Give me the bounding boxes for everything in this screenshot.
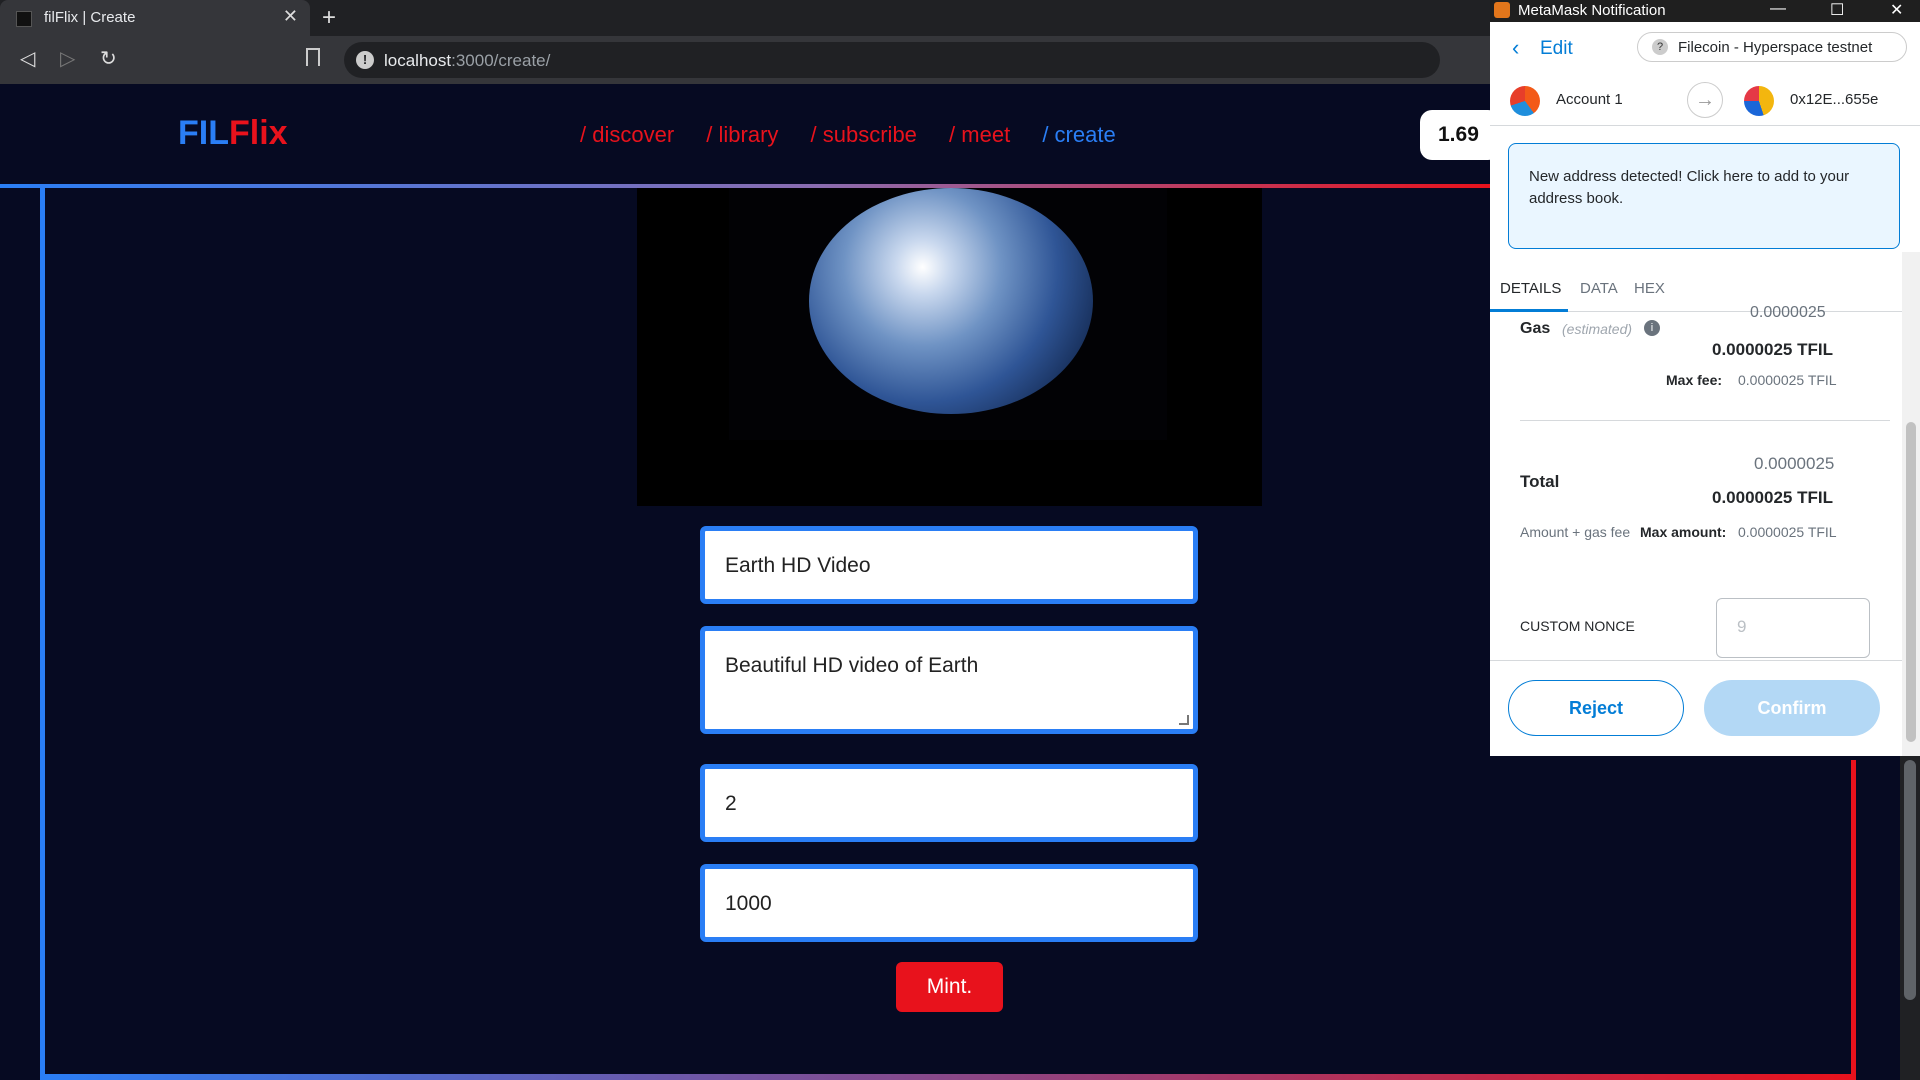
gas-cutoff-value: 0.0000025 <box>1750 304 1826 321</box>
earth-image <box>809 188 1093 414</box>
frame-border-bottom <box>40 1074 1856 1080</box>
tab-title: filFlix | Create <box>44 9 136 26</box>
popup-scrollbar-thumb[interactable] <box>1906 422 1916 742</box>
detail-tabs: DETAILS DATA HEX <box>1490 266 1920 312</box>
footer-divider <box>1490 660 1920 661</box>
edit-button[interactable]: Edit <box>1540 38 1573 60</box>
browser-toolbar: ◁ ▷ ↻ ! localhost:3000/create/ <box>0 36 1771 84</box>
title-input[interactable]: Earth HD Video <box>700 526 1198 604</box>
nav-meet[interactable]: / meet <box>949 122 1010 147</box>
resize-handle-icon[interactable] <box>1179 715 1189 725</box>
close-tab-icon[interactable]: ✕ <box>283 6 298 27</box>
bookmark-icon[interactable] <box>306 48 320 66</box>
max-fee-value: 0.0000025 TFIL <box>1738 372 1837 388</box>
metamask-titlebar: MetaMask Notification — ☐ ✕ <box>1490 0 1920 22</box>
site-info-icon[interactable]: ! <box>356 51 374 69</box>
browser-tab-bar: filFlix | Create ✕ + <box>0 0 1490 36</box>
gas-label: Gas <box>1520 320 1551 337</box>
video-frame <box>729 188 1167 440</box>
transaction-details: 0.0000025 Gas (estimated) i 0.0000025 TF… <box>1490 304 1920 692</box>
url-text: localhost:3000/create/ <box>384 51 551 70</box>
new-address-alert[interactable]: New address detected! Click here to add … <box>1508 143 1900 249</box>
video-preview[interactable] <box>637 188 1262 506</box>
gas-value: 0.0000025 TFIL <box>1712 340 1833 359</box>
tab-data[interactable]: DATA <box>1580 280 1618 297</box>
max-amount-value: 0.0000025 TFIL <box>1738 524 1837 540</box>
arrow-right-icon: → <box>1687 82 1723 118</box>
site-logo[interactable]: FILFlix <box>178 114 288 153</box>
total-small-value: 0.0000025 <box>1754 454 1835 473</box>
nav-create[interactable]: / create <box>1042 122 1115 147</box>
frame-border-left <box>40 188 45 1080</box>
back-chevron-icon[interactable]: ‹ <box>1512 35 1519 61</box>
minimize-icon[interactable]: — <box>1770 0 1786 18</box>
frame-border-right <box>1851 760 1856 1080</box>
description-textarea[interactable]: Beautiful HD video of Earth <box>700 626 1198 734</box>
close-window-icon[interactable]: ✕ <box>1890 0 1903 20</box>
total-label: Total <box>1520 472 1560 491</box>
network-help-icon: ? <box>1652 39 1668 55</box>
max-amount-label: Max amount: <box>1640 524 1727 540</box>
supply-input[interactable]: 1000 <box>700 864 1198 942</box>
new-tab-icon[interactable]: + <box>322 4 336 32</box>
recipient-address[interactable]: 0x12E...655e <box>1790 91 1878 108</box>
price-input[interactable]: 2 <box>700 764 1198 842</box>
nav-subscribe[interactable]: / subscribe <box>811 122 917 147</box>
gas-estimated-label: (estimated) <box>1562 321 1633 337</box>
custom-nonce-label: CUSTOM NONCE <box>1520 618 1635 634</box>
browser-tab[interactable]: filFlix | Create ✕ <box>0 0 310 36</box>
site-favicon-icon <box>16 11 32 27</box>
total-value: 0.0000025 TFIL <box>1712 488 1833 507</box>
amount-gas-label: Amount + gas fee <box>1520 524 1631 540</box>
reject-button[interactable]: Reject <box>1508 680 1684 736</box>
reload-icon[interactable]: ↻ <box>100 46 117 71</box>
account-row: Account 1 → 0x12E...655e <box>1490 74 1920 126</box>
description-text: Beautiful HD video of Earth <box>725 654 979 677</box>
account-avatar-icon <box>1510 86 1540 116</box>
max-fee-label: Max fee: <box>1666 372 1723 388</box>
metamask-window-title: MetaMask Notification <box>1518 2 1666 19</box>
nav-library[interactable]: / library <box>706 122 778 147</box>
info-icon[interactable]: i <box>1644 320 1660 336</box>
page-scrollbar-thumb[interactable] <box>1904 760 1916 1000</box>
address-bar[interactable]: ! localhost:3000/create/ <box>344 42 1771 78</box>
custom-nonce-input[interactable]: 9 <box>1716 598 1870 658</box>
network-selector[interactable]: ? Filecoin - Hyperspace testnet <box>1637 32 1907 62</box>
main-nav: / discover / library / subscribe / meet … <box>580 122 1142 148</box>
nav-discover[interactable]: / discover <box>580 122 674 147</box>
tab-hex[interactable]: HEX <box>1634 280 1665 297</box>
mint-button[interactable]: Mint. <box>896 962 1003 1012</box>
forward-icon[interactable]: ▷ <box>60 46 75 71</box>
metamask-fox-icon <box>1494 2 1510 18</box>
metamask-popup: ‹ Edit ? Filecoin - Hyperspace testnet A… <box>1490 22 1920 756</box>
network-name: Filecoin - Hyperspace testnet <box>1678 39 1873 56</box>
maximize-icon[interactable]: ☐ <box>1830 0 1844 20</box>
tab-details[interactable]: DETAILS <box>1500 280 1561 297</box>
details-divider <box>1520 420 1890 421</box>
balance-badge: 1.69 <box>1420 110 1500 160</box>
confirm-button[interactable]: Confirm <box>1704 680 1880 736</box>
recipient-avatar-icon <box>1744 86 1774 116</box>
from-account-name: Account 1 <box>1556 91 1623 108</box>
back-icon[interactable]: ◁ <box>20 46 35 71</box>
